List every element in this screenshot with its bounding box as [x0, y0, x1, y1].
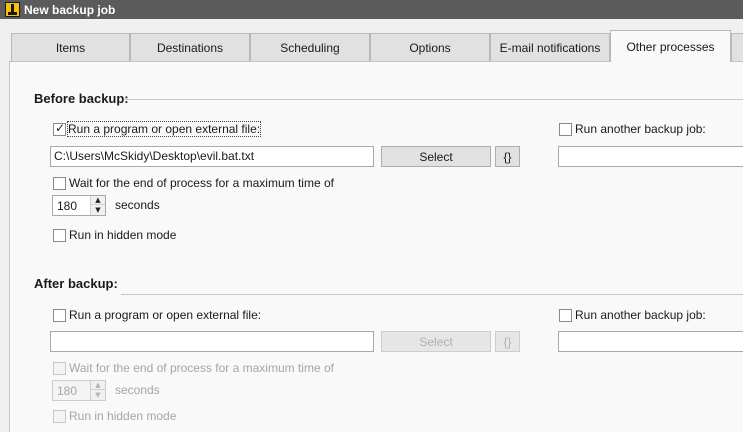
- after-run-another-job-label[interactable]: Run another backup job:: [575, 308, 706, 322]
- tab-other-processes[interactable]: Other processes: [610, 30, 731, 62]
- before-run-program-label[interactable]: Run a program or open external file:: [66, 121, 262, 137]
- tab-email-notifications[interactable]: E-mail notifications: [490, 33, 610, 61]
- before-select-button[interactable]: Select: [381, 146, 491, 167]
- up-arrow-icon[interactable]: ▲: [91, 381, 105, 390]
- after-run-program-label[interactable]: Run a program or open external file:: [69, 308, 261, 322]
- after-run-program-checkbox[interactable]: [53, 309, 66, 322]
- after-run-another-job-input[interactable]: [558, 331, 743, 352]
- after-wait-checkbox[interactable]: [53, 362, 66, 375]
- after-wait-label[interactable]: Wait for the end of process for a maximu…: [69, 361, 334, 375]
- after-timeout-stepper[interactable]: 180 ▲ ▼: [52, 380, 106, 401]
- before-run-another-job-input[interactable]: [558, 146, 743, 167]
- tab-strip: Items Destinations Scheduling Options E-…: [0, 19, 743, 62]
- tab-scheduling[interactable]: Scheduling: [250, 33, 370, 61]
- before-run-program-checkbox[interactable]: [53, 121, 66, 136]
- after-timeout-value: 180: [57, 384, 78, 398]
- down-arrow-icon[interactable]: ▼: [91, 390, 105, 399]
- before-hidden-mode-checkbox[interactable]: [53, 229, 66, 242]
- app-logo-icon: [5, 2, 20, 17]
- after-variables-button[interactable]: {}: [495, 331, 520, 352]
- after-hidden-mode-checkbox[interactable]: [53, 410, 66, 423]
- before-run-another-job-checkbox[interactable]: [559, 123, 572, 136]
- after-program-path-input[interactable]: [50, 331, 374, 352]
- up-arrow-icon[interactable]: ▲: [91, 196, 105, 205]
- before-program-path-input[interactable]: C:\Users\McSkidy\Desktop\evil.bat.txt: [50, 146, 374, 167]
- before-timeout-stepper[interactable]: 180 ▲ ▼: [52, 195, 106, 216]
- tab-options[interactable]: Options: [370, 33, 490, 61]
- before-backup-title: Before backup:: [34, 91, 129, 106]
- before-run-another-job-label[interactable]: Run another backup job:: [575, 122, 706, 136]
- tab-panel-other-processes: [9, 61, 743, 432]
- after-timeout-arrows: ▲ ▼: [90, 381, 105, 400]
- before-variables-button[interactable]: {}: [495, 146, 520, 167]
- after-select-button[interactable]: Select: [381, 331, 491, 352]
- window-title: New backup job: [24, 2, 116, 17]
- tab-destinations[interactable]: Destinations: [130, 33, 250, 61]
- before-timeout-value: 180: [57, 199, 78, 213]
- tab-items[interactable]: Items: [11, 33, 130, 61]
- title-bar: New backup job: [0, 0, 743, 19]
- down-arrow-icon[interactable]: ▼: [91, 205, 105, 214]
- before-seconds-label: seconds: [115, 198, 160, 212]
- after-backup-divider: [121, 294, 743, 295]
- after-backup-title: After backup:: [34, 276, 118, 291]
- before-backup-divider: [125, 99, 743, 100]
- after-hidden-mode-label[interactable]: Run in hidden mode: [69, 409, 176, 423]
- tab-overflow[interactable]: [731, 33, 743, 61]
- before-wait-checkbox[interactable]: [53, 177, 66, 190]
- after-run-another-job-checkbox[interactable]: [559, 309, 572, 322]
- before-wait-label[interactable]: Wait for the end of process for a maximu…: [69, 176, 334, 190]
- before-hidden-mode-label[interactable]: Run in hidden mode: [69, 228, 176, 242]
- after-seconds-label: seconds: [115, 383, 160, 397]
- before-timeout-arrows: ▲ ▼: [90, 196, 105, 215]
